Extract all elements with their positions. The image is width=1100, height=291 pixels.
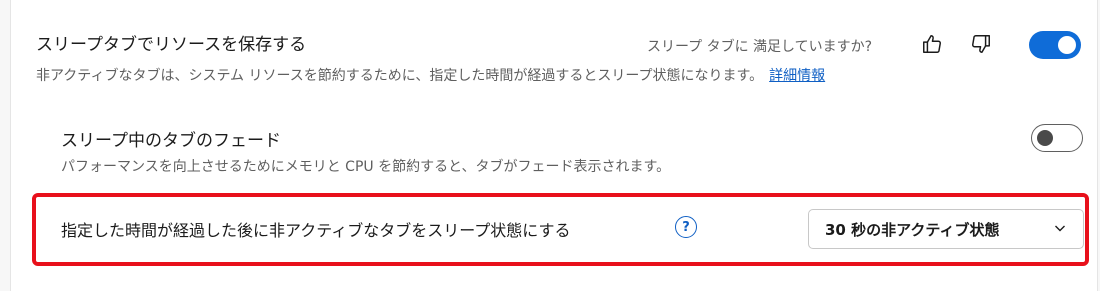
- sleeping-tabs-description: 非アクティブなタブは、システム リソースを節約するために、指定した時間が経過する…: [36, 65, 825, 85]
- toggle-knob: [1037, 130, 1053, 146]
- thumbs-up-icon[interactable]: [919, 31, 945, 57]
- fade-tabs-toggle[interactable]: [1031, 124, 1083, 152]
- fade-tabs-title: スリープ中のタブのフェード: [61, 131, 281, 151]
- thumbs-down-icon[interactable]: [968, 31, 994, 57]
- learn-more-link[interactable]: 詳細情報: [769, 68, 825, 84]
- sleeping-tabs-toggle[interactable]: [1029, 31, 1081, 59]
- fade-tabs-description: パフォーマンスを向上させるためにメモリと CPU を節約すると、タブがフェード表…: [61, 159, 671, 175]
- highlight-box: [32, 193, 1089, 266]
- toggle-knob: [1058, 36, 1076, 54]
- feedback-question: スリープ タブに 満足していますか?: [647, 39, 873, 55]
- sleeping-tabs-title: スリープタブでリソースを保存する: [36, 35, 307, 55]
- description-text: 非アクティブなタブは、システム リソースを節約するために、指定した時間が経過する…: [36, 68, 764, 84]
